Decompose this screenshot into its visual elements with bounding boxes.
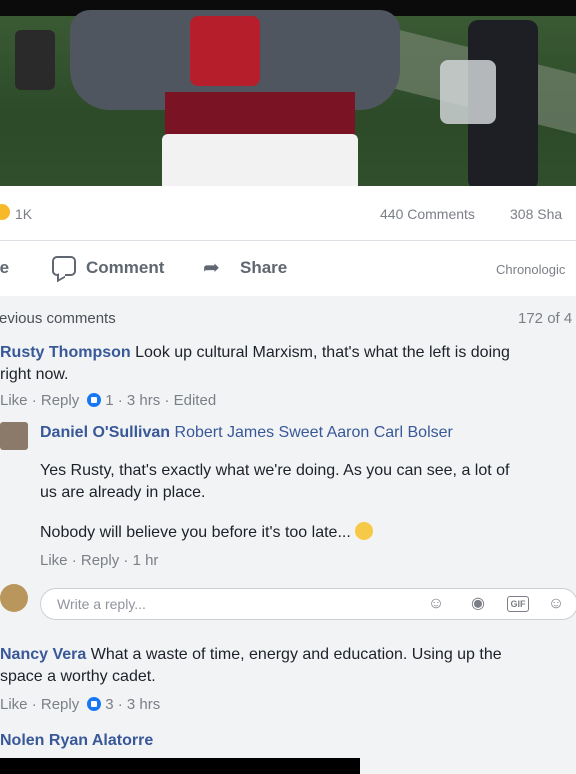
comment-meta: Like · Reply 3 · 3 hrs bbox=[0, 696, 161, 713]
comment-nolen: Nolen Ryan Alatorre bbox=[0, 730, 153, 752]
reply-link[interactable]: Reply bbox=[81, 552, 119, 569]
comment-icon[interactable] bbox=[52, 256, 76, 276]
comment-sort-dropdown[interactable]: Chronologic bbox=[496, 262, 565, 277]
like-badge-icon bbox=[87, 697, 102, 711]
like-link[interactable]: Like bbox=[0, 696, 28, 713]
photo-gift-bag bbox=[440, 60, 496, 124]
like-badge-icon bbox=[87, 393, 102, 407]
smile-icon[interactable]: ☺ bbox=[427, 595, 445, 613]
comment-time[interactable]: 3 hrs bbox=[127, 392, 160, 409]
comment-text: Look up cultural Marxism, that's what th… bbox=[135, 344, 510, 361]
comment-author[interactable]: Nancy Vera bbox=[0, 646, 86, 663]
shares-count[interactable]: 308 Sha bbox=[510, 206, 562, 222]
reply-header: Daniel O'Sullivan Robert James Sweet Aar… bbox=[40, 424, 453, 442]
comment-button[interactable]: Comment bbox=[86, 258, 164, 278]
redaction-bar bbox=[0, 758, 360, 774]
reply-composer[interactable]: ☺ ◉ GIF ☺ bbox=[40, 588, 576, 620]
comment-text: What a waste of time, energy and educati… bbox=[90, 646, 502, 663]
reply-text-line: us are already in place. bbox=[40, 484, 206, 501]
like-count[interactable]: 3 bbox=[105, 696, 113, 713]
photo-uniform-pants bbox=[162, 134, 358, 186]
reply-text-2: Nobody will believe you before it's too … bbox=[40, 522, 570, 544]
comment-meta: Like · Reply 1 · 3 hrs · Edited bbox=[0, 392, 217, 409]
comments-section: revious comments 172 of 4 Rusty Thompson… bbox=[0, 296, 576, 774]
reply-text-line: Yes Rusty, that's exactly what we're doi… bbox=[40, 462, 510, 479]
share-button[interactable]: Share bbox=[240, 258, 287, 278]
gif-icon[interactable]: GIF bbox=[507, 596, 529, 612]
photo-uniform-sash bbox=[165, 92, 355, 138]
post-action-bar: te Comment ➦ Share Chronologic bbox=[0, 248, 576, 288]
share-icon[interactable]: ➦ bbox=[203, 255, 220, 280]
edited-label[interactable]: Edited bbox=[174, 392, 217, 409]
reply-time[interactable]: 1 hr bbox=[133, 552, 159, 569]
reply-author[interactable]: Daniel O'Sullivan bbox=[40, 424, 170, 441]
reply-link[interactable]: Reply bbox=[41, 392, 79, 409]
like-link[interactable]: Like bbox=[0, 392, 28, 409]
comments-pager: 172 of 4 bbox=[518, 310, 573, 327]
comment-author[interactable]: Rusty Thompson bbox=[0, 344, 131, 361]
reactions-count[interactable]: 1K bbox=[15, 206, 32, 222]
camera-icon[interactable]: ◉ bbox=[469, 595, 487, 613]
post-photo[interactable] bbox=[0, 0, 576, 186]
reply-input[interactable] bbox=[55, 595, 399, 613]
sticker-icon[interactable]: ☺ bbox=[547, 595, 565, 613]
reply-link[interactable]: Reply bbox=[41, 696, 79, 713]
comment-author[interactable]: Nolen Ryan Alatorre bbox=[0, 732, 153, 749]
comment-text-cont: space a worthy cadet. bbox=[0, 668, 156, 685]
reaction-icon[interactable] bbox=[0, 204, 10, 220]
comment-time[interactable]: 3 hrs bbox=[127, 696, 160, 713]
comment-nancy: Nancy Vera What a waste of time, energy … bbox=[0, 644, 576, 688]
reply-meta: Like · Reply · 1 hr bbox=[40, 552, 159, 569]
smile-emoji-icon bbox=[354, 522, 373, 540]
comments-count[interactable]: 440 Comments bbox=[380, 206, 475, 222]
like-button[interactable]: te bbox=[0, 258, 9, 278]
comment-rusty: Rusty Thompson Look up cultural Marxism,… bbox=[0, 342, 576, 386]
avatar[interactable] bbox=[0, 422, 28, 450]
divider bbox=[0, 240, 576, 241]
like-count[interactable]: 1 bbox=[105, 392, 113, 409]
reply-text-line: Nobody will believe you before it's too … bbox=[40, 524, 351, 541]
photo-uniform-shirt bbox=[190, 16, 260, 86]
photo-background-person bbox=[15, 30, 55, 90]
reply-text: Yes Rusty, that's exactly what we're doi… bbox=[40, 460, 570, 504]
view-previous-comments-link[interactable]: revious comments bbox=[0, 310, 116, 327]
post-stats: 1K 440 Comments 308 Sha bbox=[0, 196, 576, 232]
like-link[interactable]: Like bbox=[40, 552, 68, 569]
comment-text-cont: right now. bbox=[0, 366, 69, 383]
reply-tags[interactable]: Robert James Sweet Aaron Carl Bolser bbox=[175, 424, 453, 441]
avatar bbox=[0, 584, 28, 612]
